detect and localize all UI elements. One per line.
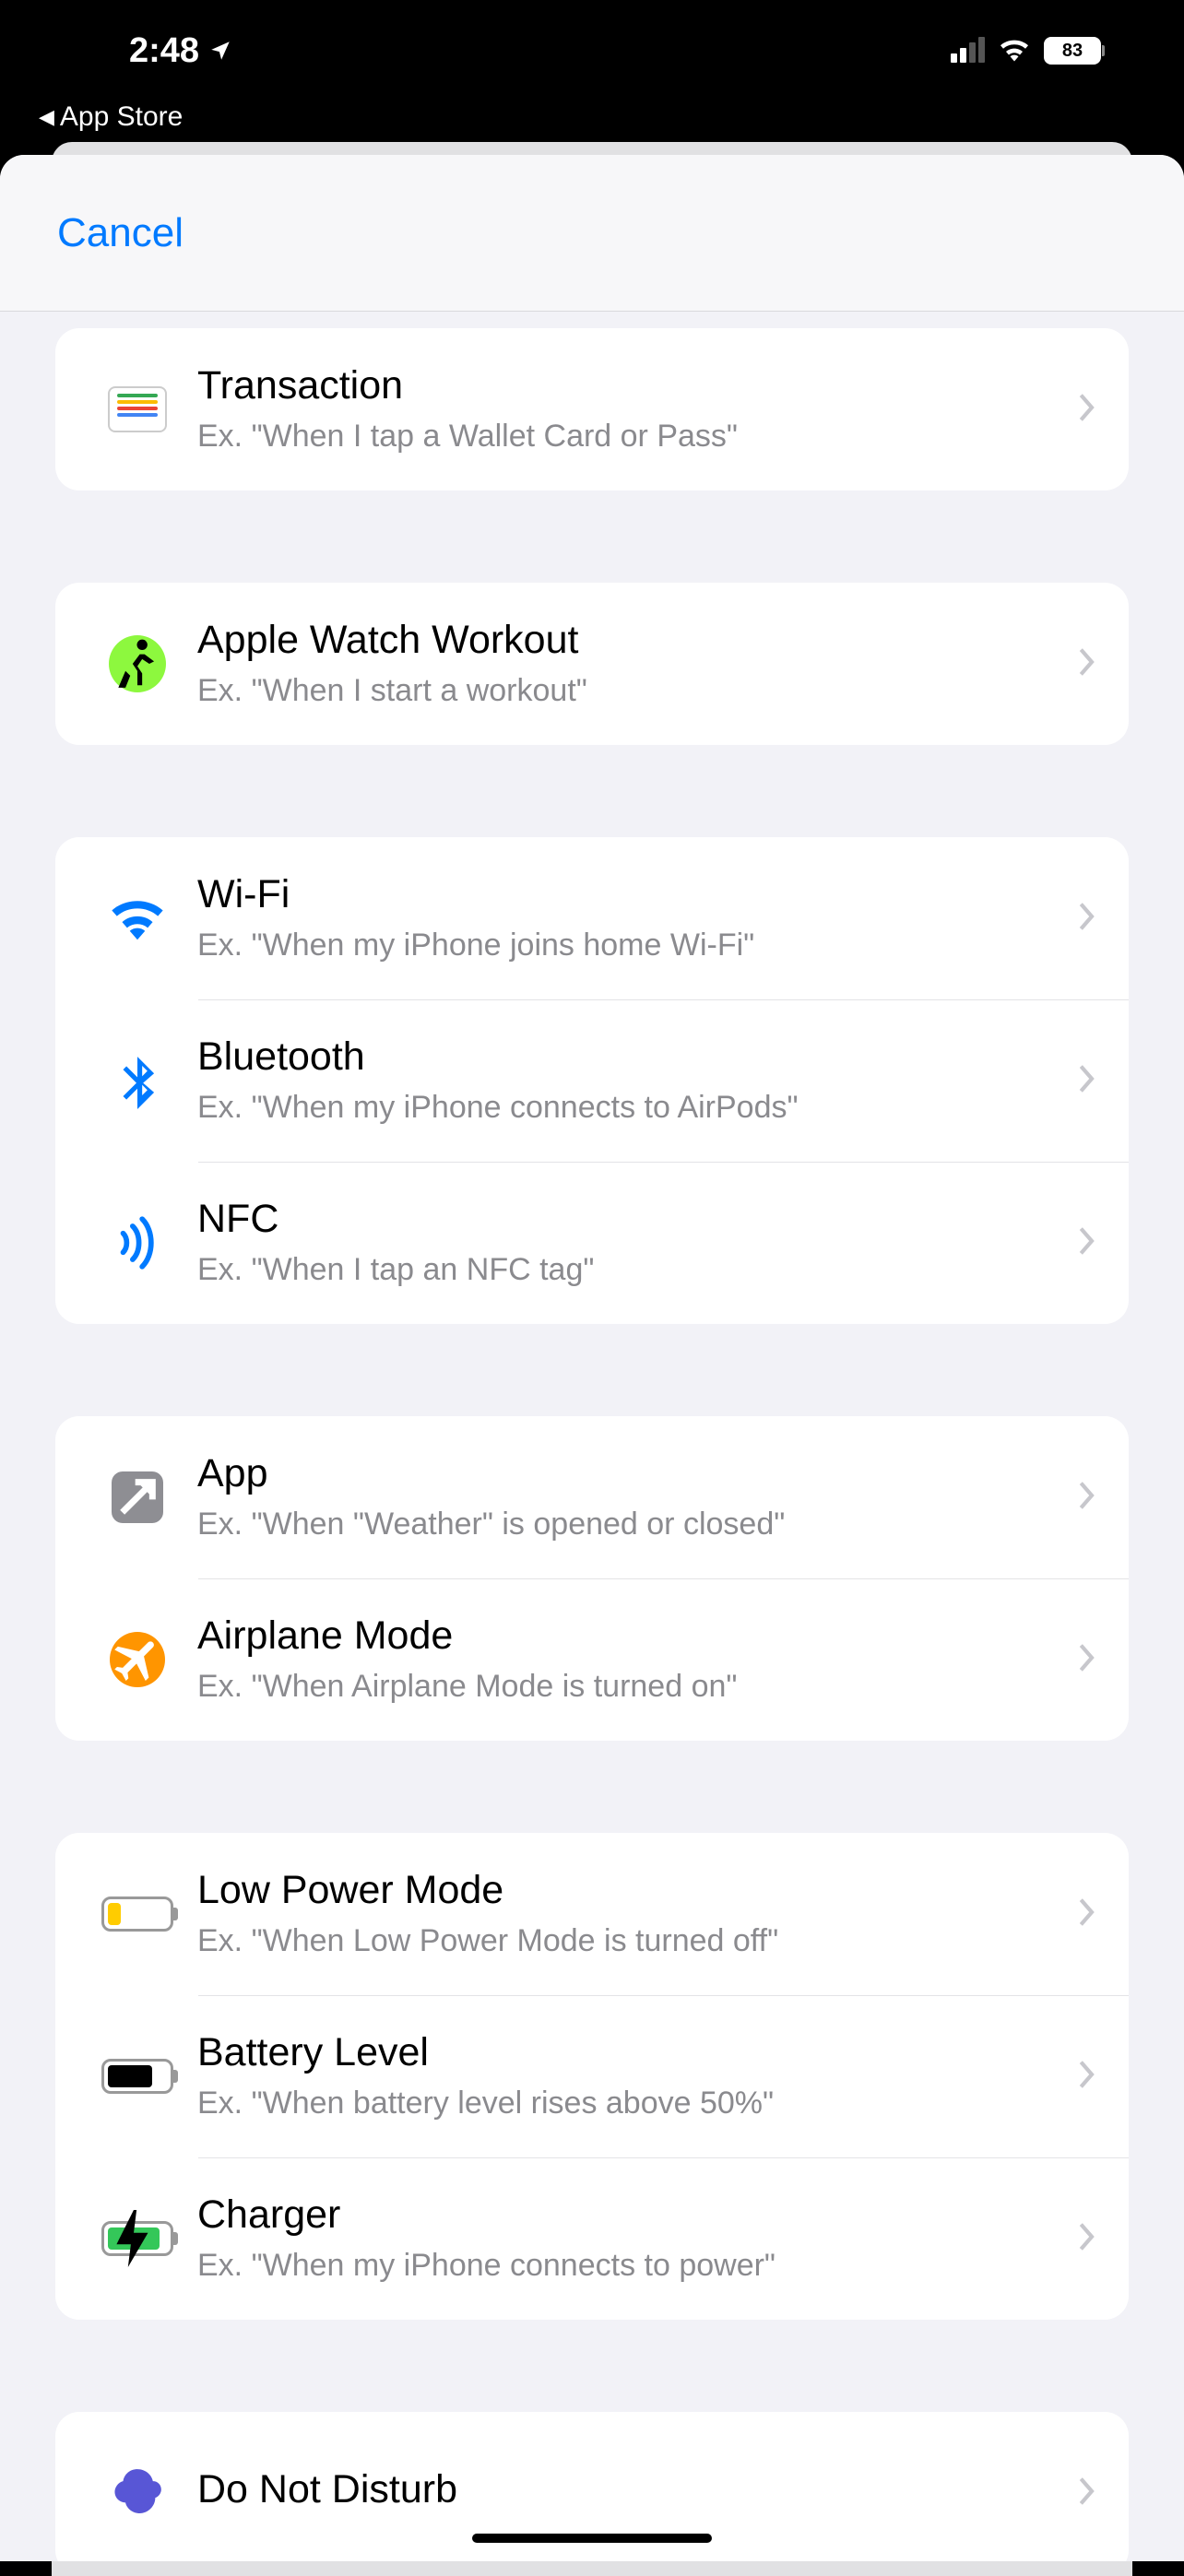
trigger-item-low-power[interactable]: Low Power Mode Ex. "When Low Power Mode … — [55, 1833, 1129, 1995]
trigger-item-bluetooth[interactable]: Bluetooth Ex. "When my iPhone connects t… — [55, 999, 1129, 1162]
back-app-label: App Store — [60, 101, 183, 133]
trigger-item-app[interactable]: App Ex. "When "Weather" is opened or clo… — [55, 1416, 1129, 1578]
chevron-right-icon — [1079, 648, 1101, 680]
item-title: Battery Level — [197, 2029, 1060, 2077]
item-subtitle: Ex. "When my iPhone connects to AirPods" — [197, 1087, 1060, 1128]
item-subtitle: Ex. "When "Weather" is opened or closed" — [197, 1504, 1060, 1544]
item-title: Do Not Disturb — [197, 2466, 1060, 2514]
modal-sheet: Cancel Transaction Ex. "When I tap a Wal… — [0, 155, 1184, 2561]
back-chevron-icon: ◀ — [39, 105, 54, 129]
item-title: Transaction — [197, 362, 1060, 410]
item-subtitle: Ex. "When battery level rises above 50%" — [197, 2083, 1060, 2123]
sheet-header: Cancel — [0, 155, 1184, 312]
trigger-item-battery-level[interactable]: Battery Level Ex. "When battery level ri… — [55, 1995, 1129, 2157]
trigger-group: App Ex. "When "Weather" is opened or clo… — [55, 1416, 1129, 1741]
trigger-group: Low Power Mode Ex. "When Low Power Mode … — [55, 1833, 1129, 2320]
item-subtitle: Ex. "When I tap a Wallet Card or Pass" — [197, 416, 1060, 456]
chevron-right-icon — [1079, 394, 1101, 426]
wallet-icon — [77, 386, 197, 432]
item-title: NFC — [197, 1196, 1060, 1244]
item-subtitle: Ex. "When my iPhone joins home Wi-Fi" — [197, 925, 1060, 965]
item-title: Apple Watch Workout — [197, 617, 1060, 665]
back-to-app-bar[interactable]: ◀ App Store — [0, 101, 1184, 144]
trigger-item-wifi[interactable]: Wi-Fi Ex. "When my iPhone joins home Wi-… — [55, 837, 1129, 999]
trigger-item-airplane[interactable]: Airplane Mode Ex. "When Airplane Mode is… — [55, 1578, 1129, 1741]
status-left: 2:48 — [55, 31, 232, 71]
cancel-button[interactable]: Cancel — [57, 210, 184, 256]
item-title: App — [197, 1450, 1060, 1498]
airplane-icon — [77, 1632, 197, 1687]
trigger-item-workout[interactable]: Apple Watch Workout Ex. "When I start a … — [55, 583, 1129, 745]
wifi-icon — [77, 890, 197, 947]
status-bar: 2:48 83 — [0, 0, 1184, 101]
chevron-right-icon — [1079, 1065, 1101, 1097]
chevron-right-icon — [1079, 2223, 1101, 2255]
chevron-right-icon — [1079, 1644, 1101, 1676]
item-subtitle: Ex. "When Airplane Mode is turned on" — [197, 1666, 1060, 1707]
bluetooth-icon — [77, 1052, 197, 1109]
wifi-status-icon — [998, 36, 1031, 66]
trigger-item-charger[interactable]: Charger Ex. "When my iPhone connects to … — [55, 2157, 1129, 2320]
chevron-right-icon — [1079, 903, 1101, 935]
trigger-group: Wi-Fi Ex. "When my iPhone joins home Wi-… — [55, 837, 1129, 1324]
trigger-group: Transaction Ex. "When I tap a Wallet Car… — [55, 328, 1129, 490]
status-right: 83 — [951, 36, 1129, 66]
nfc-icon — [77, 1214, 197, 1271]
battery-level-icon — [77, 2059, 197, 2094]
chevron-right-icon — [1079, 2477, 1101, 2510]
status-time: 2:48 — [129, 31, 199, 71]
low-power-icon — [77, 1897, 197, 1932]
item-subtitle: Ex. "When my iPhone connects to power" — [197, 2245, 1060, 2286]
workout-icon — [77, 635, 197, 692]
chevron-right-icon — [1079, 1227, 1101, 1259]
app-icon — [77, 1471, 197, 1523]
battery-indicator: 83 — [1044, 37, 1101, 65]
item-subtitle: Ex. "When Low Power Mode is turned off" — [197, 1920, 1060, 1961]
chevron-right-icon — [1079, 2061, 1101, 2093]
item-title: Charger — [197, 2192, 1060, 2239]
location-icon — [208, 39, 232, 63]
content-scroll[interactable]: Transaction Ex. "When I tap a Wallet Car… — [0, 328, 1184, 2561]
trigger-item-nfc[interactable]: NFC Ex. "When I tap an NFC tag" — [55, 1162, 1129, 1324]
cell-signal-icon — [951, 39, 985, 63]
chevron-right-icon — [1079, 1482, 1101, 1514]
item-title: Airplane Mode — [197, 1613, 1060, 1660]
dnd-icon — [77, 2464, 197, 2522]
trigger-item-transaction[interactable]: Transaction Ex. "When I tap a Wallet Car… — [55, 328, 1129, 490]
chevron-right-icon — [1079, 1898, 1101, 1931]
item-title: Bluetooth — [197, 1034, 1060, 1081]
item-subtitle: Ex. "When I tap an NFC tag" — [197, 1249, 1060, 1290]
trigger-group: Apple Watch Workout Ex. "When I start a … — [55, 583, 1129, 745]
item-subtitle: Ex. "When I start a workout" — [197, 670, 1060, 711]
battery-percent: 83 — [1044, 37, 1101, 65]
item-title: Wi-Fi — [197, 871, 1060, 919]
charger-icon — [77, 2221, 197, 2256]
item-title: Low Power Mode — [197, 1867, 1060, 1915]
home-indicator[interactable] — [472, 2534, 712, 2543]
